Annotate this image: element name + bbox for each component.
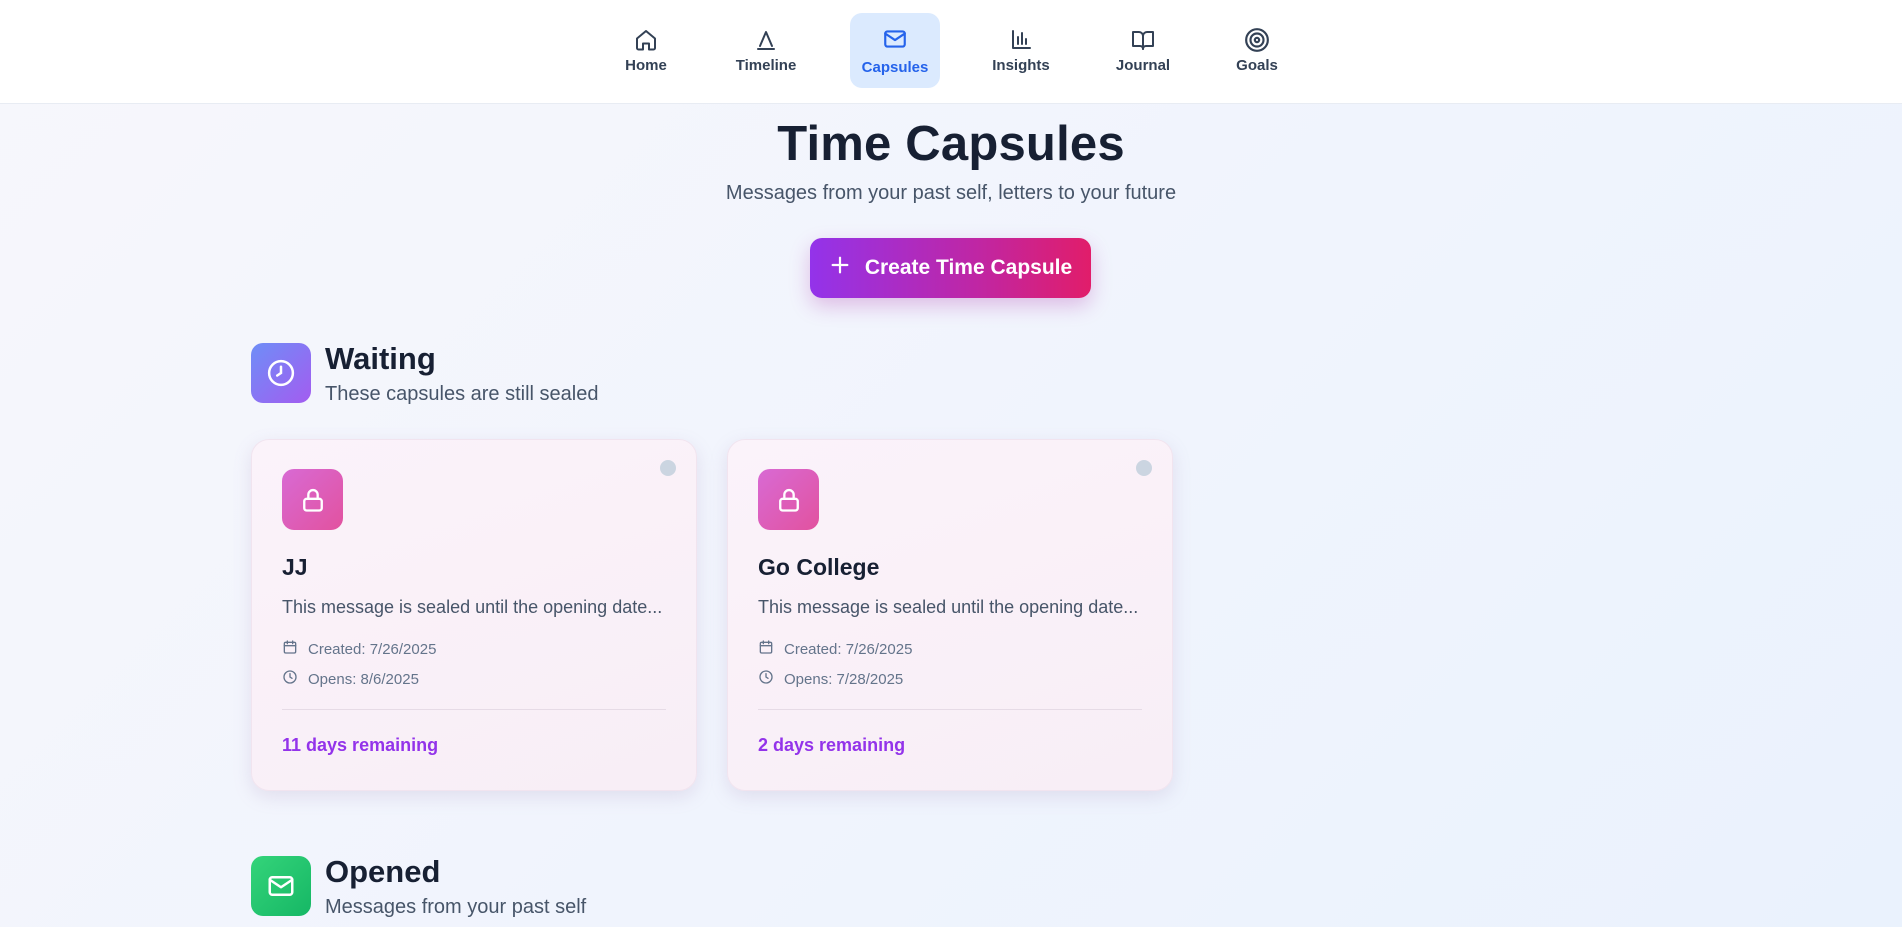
calendar-icon [758, 639, 774, 659]
nav-item-home[interactable]: Home [612, 13, 680, 88]
capsule-opens: Opens: 8/6/2025 [282, 669, 419, 689]
nav-item-timeline[interactable]: Timeline [726, 13, 806, 88]
timeline-icon [753, 27, 779, 53]
top-navigation: Home Timeline Capsules Insights Journal … [0, 0, 1902, 104]
nav-label-goals: Goals [1236, 57, 1278, 74]
card-divider [758, 709, 1142, 710]
page-title: Time Capsules [777, 117, 1125, 171]
nav-label-insights: Insights [992, 57, 1050, 74]
nav-item-insights[interactable]: Insights [985, 13, 1057, 88]
mail-icon [882, 26, 908, 52]
waiting-section-subtitle: These capsules are still sealed [325, 383, 599, 405]
nav-label-journal: Journal [1115, 57, 1171, 74]
waiting-section-title: Waiting [325, 341, 436, 376]
capsule-title: JJ [282, 554, 308, 580]
status-dot [1136, 460, 1152, 476]
status-dot [660, 460, 676, 476]
nav-label-capsules: Capsules [861, 58, 929, 76]
lock-icon [282, 469, 343, 530]
nav-item-goals[interactable]: Goals [1228, 13, 1286, 88]
mail-icon [251, 856, 311, 916]
capsule-message: This message is sealed until the opening… [758, 597, 1139, 617]
capsule-message: This message is sealed until the opening… [282, 597, 663, 617]
clock-icon [282, 669, 298, 689]
capsule-created-date: Created: 7/26/2025 [784, 640, 913, 658]
capsule-days-remaining: 11 days remaining [282, 735, 439, 755]
clock-icon [758, 669, 774, 689]
lock-icon [758, 469, 819, 530]
capsule-created-date: Created: 7/26/2025 [308, 640, 437, 658]
capsule-created: Created: 7/26/2025 [758, 639, 912, 659]
capsule-opens-date: Opens: 8/6/2025 [308, 670, 419, 688]
home-icon [633, 27, 659, 53]
nav-label-home: Home [625, 57, 667, 74]
calendar-icon [282, 639, 298, 659]
capsule-card[interactable]: JJ This message is sealed until the open… [251, 439, 697, 791]
capsule-opens: Opens: 7/28/2025 [758, 669, 903, 689]
target-icon [1244, 27, 1270, 53]
create-button-label: Create Time Capsule [864, 256, 1073, 279]
page-subtitle: Messages from your past self, letters to… [725, 182, 1177, 204]
clock-icon [251, 343, 311, 403]
create-time-capsule-button[interactable]: Create Time Capsule [810, 238, 1091, 298]
card-divider [282, 709, 666, 710]
capsule-created: Created: 7/26/2025 [282, 639, 436, 659]
capsule-opens-date: Opens: 7/28/2025 [784, 670, 904, 688]
capsule-title: Go College [758, 554, 880, 580]
book-open-icon [1130, 27, 1156, 53]
opened-section-title: Opened [325, 854, 441, 889]
plus-icon [829, 254, 851, 282]
nav-label-timeline: Timeline [735, 57, 797, 74]
capsule-days-remaining: 2 days remaining [758, 735, 906, 755]
bar-chart-icon [1008, 27, 1034, 53]
capsule-card[interactable]: Go College This message is sealed until … [727, 439, 1173, 791]
nav-item-capsules[interactable]: Capsules [850, 13, 940, 88]
nav-item-journal[interactable]: Journal [1108, 13, 1178, 88]
opened-section-subtitle: Messages from your past self [325, 896, 587, 918]
